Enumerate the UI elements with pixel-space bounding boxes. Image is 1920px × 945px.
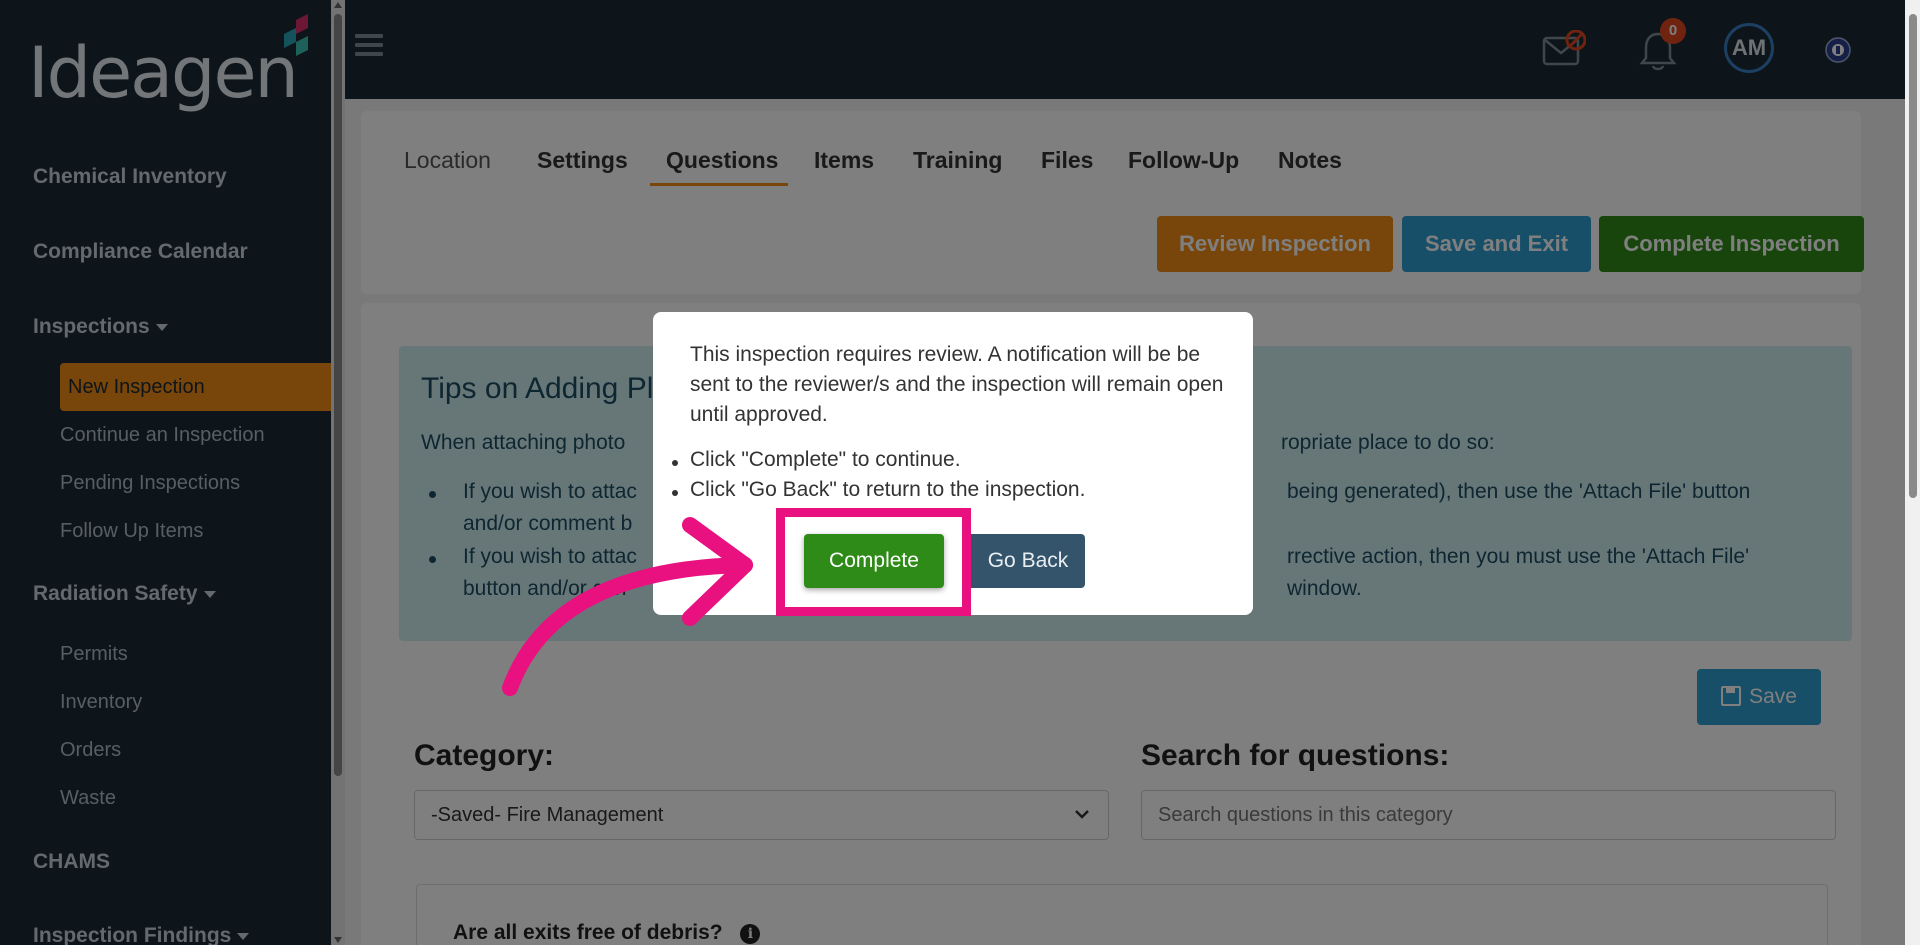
bullet-dot: [672, 490, 678, 496]
page-scroll-thumb[interactable]: [1909, 14, 1917, 498]
dialog-instruction-2: Click "Go Back" to return to the inspect…: [690, 478, 1086, 501]
go-back-button[interactable]: Go Back: [971, 534, 1085, 588]
page-scrollbar[interactable]: [1905, 0, 1920, 945]
bullet-dot: [672, 460, 678, 466]
pointer-arrow-icon: [502, 517, 753, 696]
dialog-message: This inspection requires review. A notif…: [690, 343, 1224, 426]
dialog-instruction-1: Click "Complete" to continue.: [690, 448, 961, 471]
complete-button[interactable]: Complete: [804, 534, 944, 588]
